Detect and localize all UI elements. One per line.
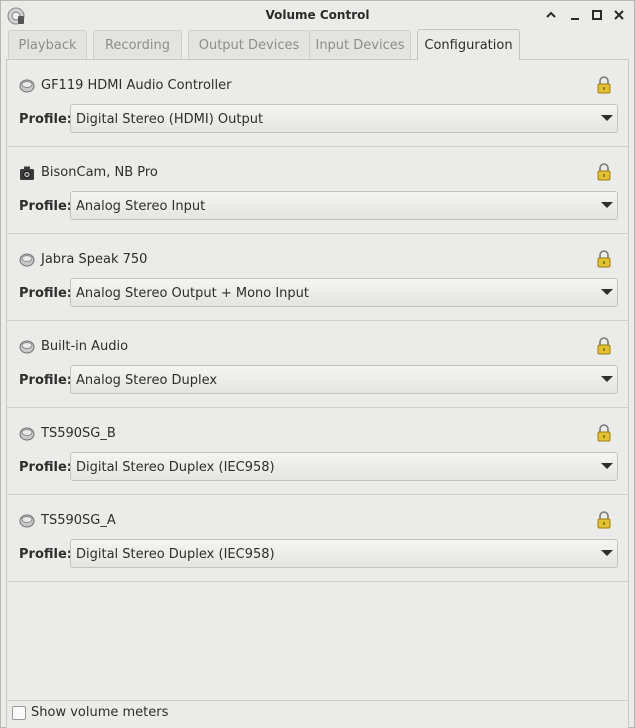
dropdown-arrow-icon (601, 550, 613, 556)
close-button[interactable] (611, 7, 627, 23)
maximize-button[interactable] (589, 7, 605, 23)
tab-playback[interactable]: Playback (8, 30, 87, 59)
close-icon (614, 10, 624, 20)
camera-icon (20, 166, 34, 180)
tab-recording[interactable]: Recording (93, 30, 182, 59)
profile-label: Profile: (19, 112, 72, 127)
device-card: TS590SG_A Profile: Digital Stereo Duplex… (7, 495, 628, 582)
profile-label: Profile: (19, 547, 72, 562)
device-name: Jabra Speak 750 (41, 252, 148, 267)
profile-dropdown[interactable]: Digital Stereo Duplex (IEC958) (70, 452, 618, 481)
device-name: BisonCam, NB Pro (41, 165, 158, 180)
profile-dropdown[interactable]: Digital Stereo (HDMI) Output (70, 104, 618, 133)
device-card: TS590SG_B Profile: Digital Stereo Duplex… (7, 408, 628, 495)
dropdown-arrow-icon (601, 115, 613, 121)
device-name: TS590SG_A (41, 513, 116, 528)
show-volume-meters-label[interactable]: Show volume meters (31, 705, 168, 720)
dropdown-arrow-icon (601, 463, 613, 469)
profile-label: Profile: (19, 373, 72, 388)
device-card: BisonCam, NB Pro Profile: Analog Stereo … (7, 147, 628, 234)
profile-value: Digital Stereo Duplex (IEC958) (76, 547, 275, 562)
speaker-icon (19, 253, 35, 267)
maximize-icon (592, 10, 602, 20)
profile-dropdown[interactable]: Digital Stereo Duplex (IEC958) (70, 539, 618, 568)
profile-dropdown[interactable]: Analog Stereo Duplex (70, 365, 618, 394)
profile-dropdown[interactable]: Analog Stereo Output + Mono Input (70, 278, 618, 307)
device-name: TS590SG_B (41, 426, 116, 441)
speaker-icon (19, 79, 35, 93)
footer-bar: Show volume meters (6, 700, 629, 728)
lock-icon[interactable] (596, 163, 612, 181)
dropdown-arrow-icon (601, 376, 613, 382)
minimize-icon (571, 18, 579, 20)
profile-label: Profile: (19, 286, 72, 301)
lock-icon[interactable] (596, 511, 612, 529)
title-bar[interactable]: Volume Control (1, 1, 634, 29)
show-volume-meters-checkbox[interactable] (12, 706, 26, 720)
tab-input-devices[interactable]: Input Devices (309, 30, 411, 59)
shade-button[interactable] (543, 7, 559, 23)
configuration-panel: GF119 HDMI Audio Controller Profile: Dig… (6, 59, 629, 728)
speaker-icon (19, 514, 35, 528)
profile-value: Digital Stereo (HDMI) Output (76, 112, 264, 127)
chevron-up-icon (546, 11, 556, 18)
profile-dropdown[interactable]: Analog Stereo Input (70, 191, 618, 220)
dropdown-arrow-icon (601, 202, 613, 208)
volume-control-window: Volume Control Playback Recording Output… (0, 0, 635, 728)
tab-configuration[interactable]: Configuration (417, 29, 520, 60)
device-card: GF119 HDMI Audio Controller Profile: Dig… (7, 60, 628, 147)
dropdown-arrow-icon (601, 289, 613, 295)
lock-icon[interactable] (596, 424, 612, 442)
minimize-button[interactable] (567, 7, 583, 23)
lock-icon[interactable] (596, 250, 612, 268)
speaker-icon (19, 427, 35, 441)
profile-label: Profile: (19, 199, 72, 214)
profile-value: Analog Stereo Duplex (76, 373, 218, 388)
speaker-icon (19, 340, 35, 354)
device-name: Built-in Audio (41, 339, 129, 354)
profile-value: Digital Stereo Duplex (IEC958) (76, 460, 275, 475)
profile-value: Analog Stereo Output + Mono Input (76, 286, 310, 301)
tab-output-devices[interactable]: Output Devices (188, 30, 310, 59)
tab-bar: Playback Recording Output Devices Input … (8, 29, 628, 60)
lock-icon[interactable] (596, 76, 612, 94)
window-title: Volume Control (265, 8, 370, 22)
profile-value: Analog Stereo Input (76, 199, 206, 214)
device-name: GF119 HDMI Audio Controller (41, 78, 232, 93)
lock-icon[interactable] (596, 337, 612, 355)
profile-label: Profile: (19, 460, 72, 475)
device-card: Built-in Audio Profile: Analog Stereo Du… (7, 321, 628, 408)
device-card: Jabra Speak 750 Profile: Analog Stereo O… (7, 234, 628, 321)
